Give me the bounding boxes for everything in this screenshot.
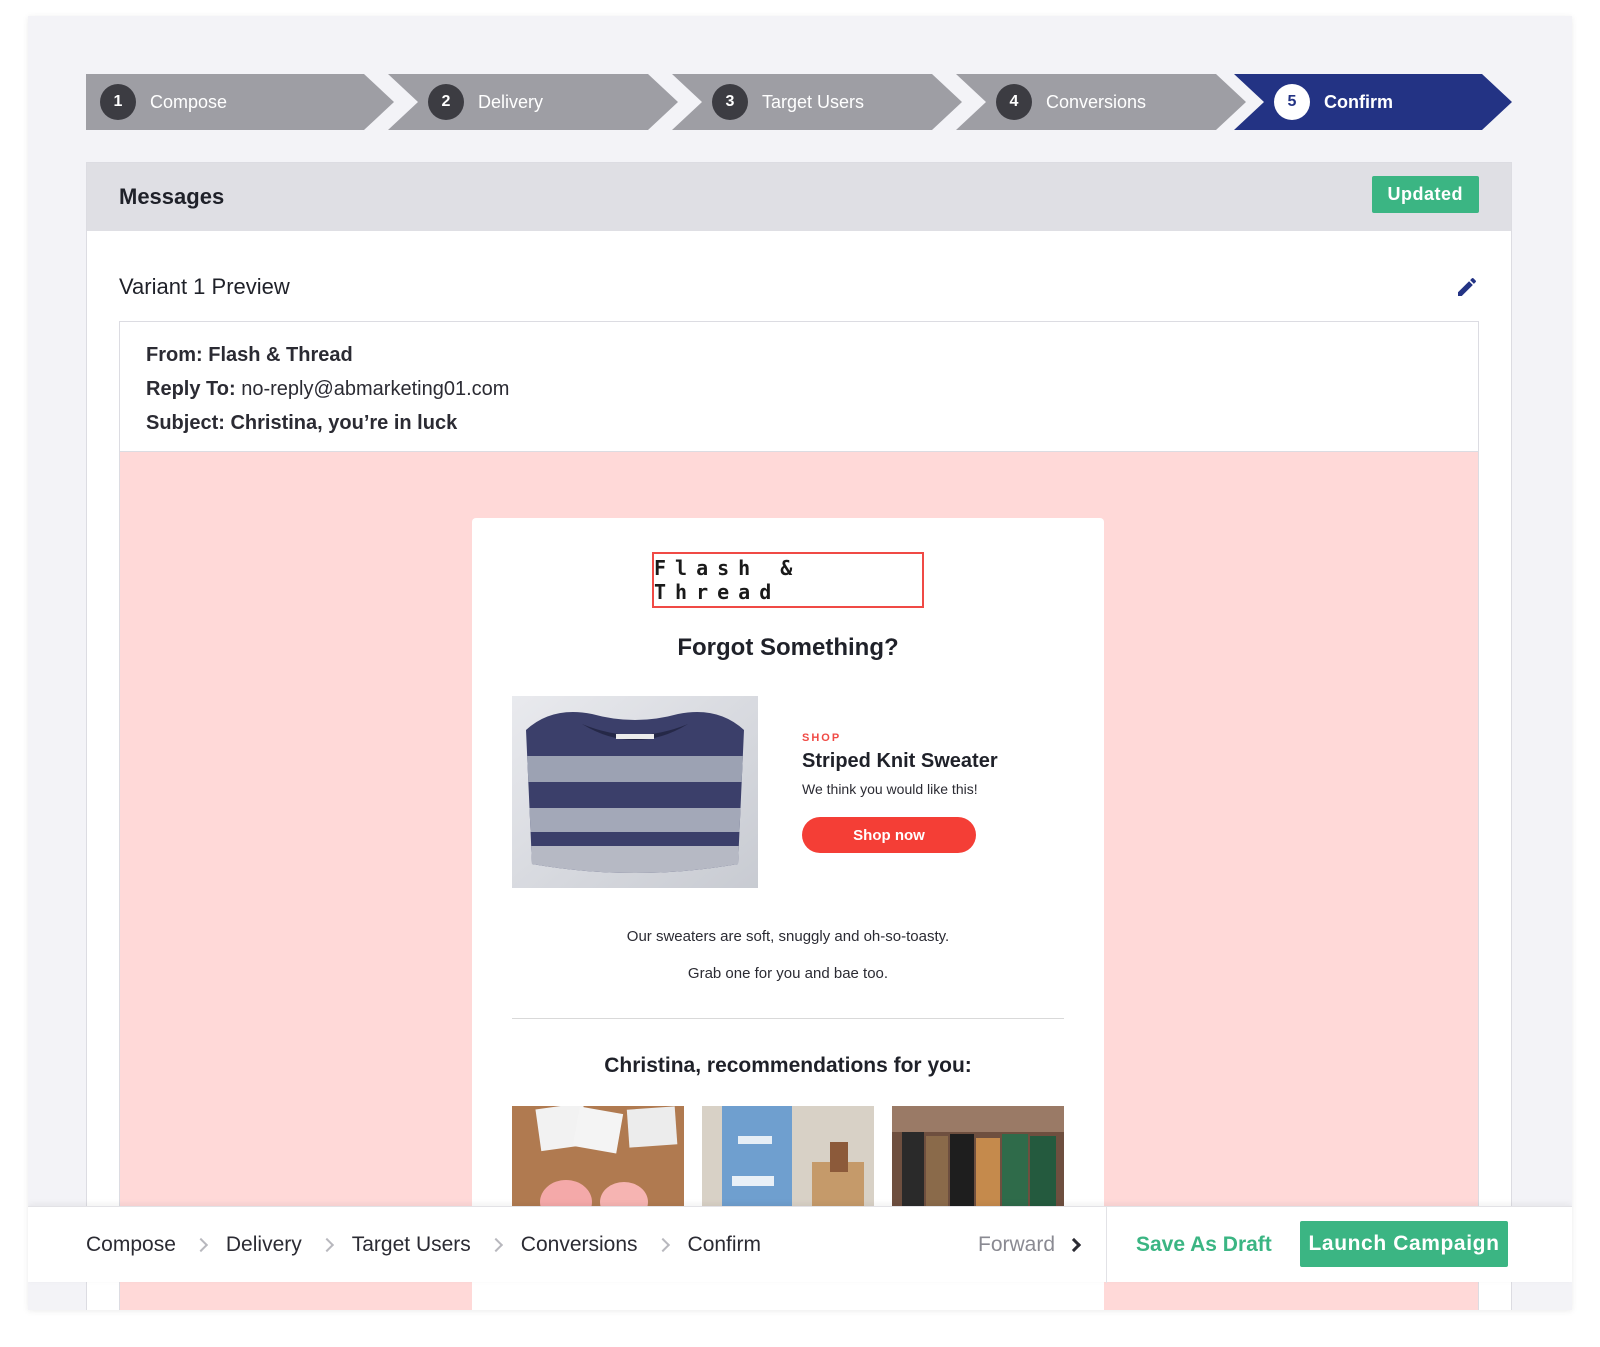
variant-title: Variant 1 Preview [119,274,290,299]
product-description: We think you would like this! [802,781,978,797]
from-label: From: [146,344,203,366]
shop-tag: SHOP [802,732,842,744]
app-shell: 1 Compose 2 Delivery 3 Target Users 4 Co… [28,16,1572,1310]
brand-logo: Flash & Thread [652,552,924,608]
step-confirm[interactable]: 5 Confirm [1234,74,1512,130]
variant-header: Variant 1 Preview [119,263,1479,311]
chevron-right-icon [488,1237,503,1253]
sweater-image [512,696,758,888]
step-conversions[interactable]: 4 Conversions [956,74,1246,130]
product-block: SHOP Striped Knit Sweater We think you w… [802,732,1082,853]
pencil-icon[interactable] [1455,275,1479,299]
panel-header: Messages Updated [87,163,1511,231]
divider [1106,1207,1107,1283]
step-number: 2 [428,84,464,120]
reply-to-label: Reply To: [146,378,236,400]
divider [512,1018,1064,1019]
step-number: 1 [100,84,136,120]
email-card: Flash & Thread Forgot Something? SHOP St… [472,518,1104,1310]
email-meta: From: Flash & Thread Reply To: no-reply@… [120,322,1478,452]
bottom-action-bar: Compose Delivery Target Users Conversion… [28,1206,1572,1283]
from-value: Flash & Thread [208,344,353,366]
status-badge: Updated [1371,175,1479,213]
crumb-conversions[interactable]: Conversions [521,1233,638,1257]
breadcrumb: Compose Delivery Target Users Conversion… [86,1207,761,1283]
step-target-users[interactable]: 3 Target Users [672,74,962,130]
wizard-stepper: 1 Compose 2 Delivery 3 Target Users 4 Co… [86,74,1512,130]
shop-now-button[interactable]: Shop now [802,817,976,853]
step-number: 4 [996,84,1032,120]
email-preview: From: Flash & Thread Reply To: no-reply@… [119,321,1479,1310]
reply-to-line: Reply To: no-reply@abmarketing01.com [146,372,1452,406]
subject-line: Subject: Christina, you’re in luck [146,406,1452,440]
crumb-delivery[interactable]: Delivery [226,1233,302,1257]
chevron-right-icon [655,1237,670,1253]
step-label: Conversions [1046,91,1147,112]
body-line-2: Grab one for you and bae too. [687,965,889,982]
step-number: 3 [712,84,748,120]
step-label: Target Users [762,91,865,112]
chevron-right-icon [1066,1237,1082,1253]
messages-panel: Messages Updated Variant 1 Preview From:… [86,162,1512,1310]
subject-label: Subject: [146,412,225,434]
step-label: Compose [150,91,228,112]
chevron-right-icon [319,1237,334,1253]
email-background: Flash & Thread Forgot Something? SHOP St… [120,452,1478,1310]
step-label: Delivery [478,91,544,112]
panel-title: Messages [119,184,225,209]
step-label: Confirm [1324,91,1393,112]
email-headline: Forgot Something? [677,634,899,661]
step-compose[interactable]: 1 Compose [86,74,394,130]
chevron-right-icon [193,1237,208,1253]
crumb-confirm[interactable]: Confirm [688,1233,762,1257]
step-delivery[interactable]: 2 Delivery [388,74,678,130]
save-as-draft-button[interactable]: Save As Draft [1136,1207,1272,1283]
launch-campaign-button[interactable]: Launch Campaign [1300,1221,1508,1267]
body-line-1: Our sweaters are soft, snuggly and oh-so… [626,928,950,945]
step-number: 5 [1274,84,1310,120]
recommendations-title: Christina, recommendations for you: [604,1054,972,1077]
product-name: Striped Knit Sweater [802,750,998,772]
forward-label: Forward [978,1233,1056,1256]
reply-to-value: no-reply@abmarketing01.com [241,378,510,400]
subject-value: Christina, you’re in luck [230,412,458,434]
crumb-target-users[interactable]: Target Users [352,1233,471,1257]
from-line: From: Flash & Thread [146,338,1452,372]
forward-button[interactable]: Forward [978,1207,1082,1283]
crumb-compose[interactable]: Compose [86,1233,176,1257]
